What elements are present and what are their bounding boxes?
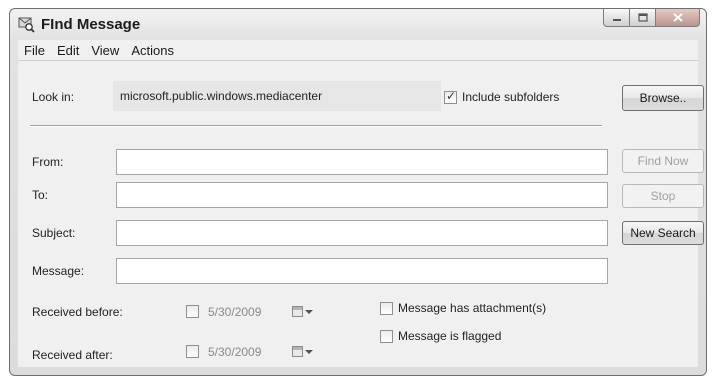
dialog-body: Look in: microsoft.public.windows.mediac… [18,61,704,367]
find-now-button[interactable]: Find Now [622,149,704,173]
menu-view[interactable]: View [85,43,125,58]
received-after-date-picker[interactable]: 5/30/2009 [180,341,334,365]
calendar-icon [292,306,303,317]
received-before-label: Received before: [32,305,123,319]
received-before-date: 5/30/2009 [208,305,262,319]
stop-button[interactable]: Stop [622,184,704,208]
checkmark-icon: ✓ [446,89,457,103]
to-label: To: [32,188,49,202]
maximize-icon [637,11,648,25]
menu-actions[interactable]: Actions [125,43,180,58]
received-after-label: Received after: [32,348,113,362]
close-button[interactable] [656,9,700,27]
received-before-date-picker[interactable]: 5/30/2009 [180,301,334,325]
attachment-label: Message has attachment(s) [398,301,547,315]
menu-file[interactable]: File [18,43,51,58]
received-after-checkbox[interactable] [186,345,199,358]
to-input[interactable] [116,182,608,208]
received-before-checkbox[interactable] [186,305,199,318]
menu-bar: File Edit View Actions [18,40,698,61]
dropdown-arrow-icon[interactable] [305,310,313,314]
menu-edit[interactable]: Edit [51,43,85,58]
flagged-label: Message is flagged [398,329,502,343]
find-message-window: FInd Message File Edit View Actions Look… [9,8,707,376]
from-input[interactable] [116,149,608,175]
received-after-date: 5/30/2009 [208,345,262,359]
minimize-icon [612,11,622,25]
divider [30,125,602,127]
flagged-checkbox[interactable] [380,330,393,343]
window-title: FInd Message [41,16,141,33]
window-controls [603,9,700,28]
attachment-checkbox[interactable] [380,302,393,315]
title-bar: FInd Message [10,9,706,41]
include-subfolders-label: Include subfolders [462,90,560,104]
subject-input[interactable] [116,220,608,246]
calendar-icon [292,346,303,357]
new-search-button[interactable]: New Search [622,221,704,245]
include-subfolders-checkbox[interactable]: ✓ [444,89,457,104]
message-label: Message: [32,264,85,278]
subject-label: Subject: [32,226,76,240]
find-message-icon [18,16,35,33]
dropdown-arrow-icon[interactable] [305,350,313,354]
look-in-label: Look in: [32,90,75,104]
minimize-button[interactable] [603,9,630,27]
look-in-box: microsoft.public.windows.mediacenter [113,81,441,111]
maximize-button[interactable] [630,9,656,27]
message-input[interactable] [116,258,608,284]
close-icon [672,11,683,25]
from-label: From: [32,155,64,169]
look-in-value: microsoft.public.windows.mediacenter [120,89,323,103]
browse-button[interactable]: Browse.. [622,85,704,111]
